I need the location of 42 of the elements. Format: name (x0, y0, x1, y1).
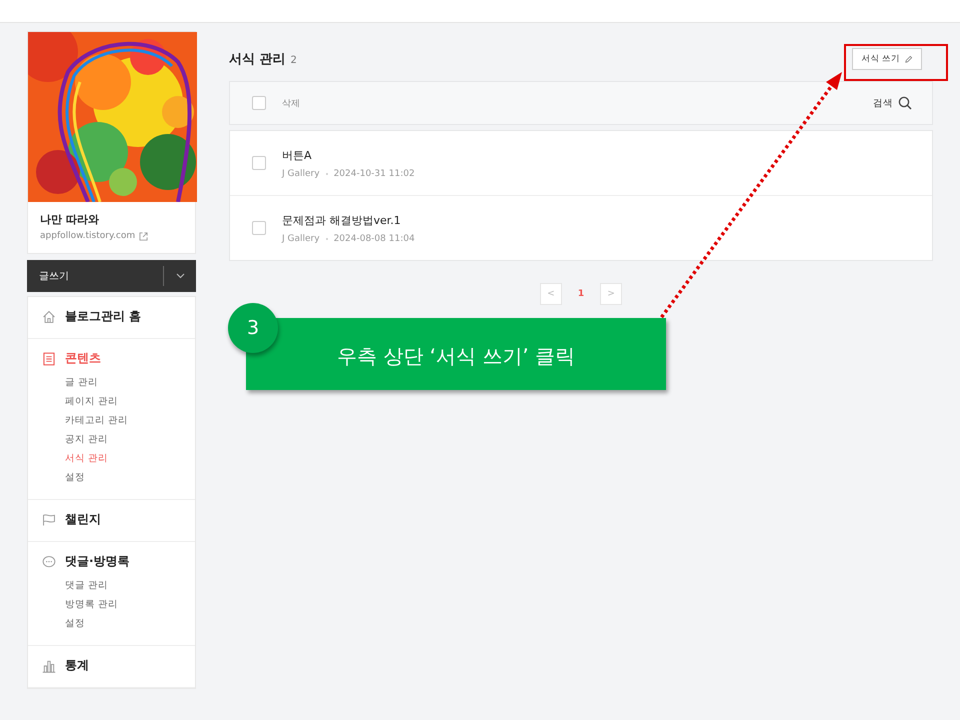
search-icon (898, 96, 912, 110)
menu-item[interactable]: 설정 (65, 470, 181, 486)
template-title-link[interactable]: 버튼A (282, 148, 415, 162)
bar-chart-icon (42, 658, 56, 672)
chevron-down-icon (176, 273, 184, 279)
step-badge: 3 (228, 303, 278, 353)
menu-item[interactable]: 카테고리 관리 (65, 413, 181, 429)
date-text: 2024-08-08 11:04 (334, 234, 415, 244)
menu-section[interactable]: 댓글·방명록 (42, 553, 130, 570)
chat-bubble-icon (42, 554, 56, 568)
menu-item[interactable]: 글 관리 (65, 375, 181, 391)
document-icon (42, 352, 56, 366)
menu-item[interactable]: 댓글 관리 (65, 578, 181, 594)
home-icon (42, 310, 56, 324)
author-name: J Gallery (282, 168, 320, 178)
flag-icon (42, 512, 56, 526)
menu-item[interactable]: 서식 관리 (65, 451, 181, 467)
item-count: 2 (290, 55, 297, 66)
menu-item[interactable]: 공지 관리 (65, 432, 181, 448)
author-name: J Gallery (282, 234, 320, 244)
write-template-button[interactable]: 서식 쓰기 (852, 48, 922, 70)
external-link-icon[interactable] (139, 232, 148, 240)
menu-section[interactable]: 블로그관리 홈 (42, 308, 142, 325)
menu-section[interactable]: 콘텐츠 (42, 350, 101, 367)
page-number[interactable]: 1 (574, 289, 588, 299)
page-title: 서식 관리 (229, 51, 286, 68)
search-button[interactable]: 검색 (873, 96, 912, 110)
menu-section[interactable]: 통계 (42, 657, 89, 674)
select-all-checkbox[interactable] (252, 96, 266, 110)
menu-item[interactable]: 설정 (65, 616, 181, 632)
blog-name: 나만 따라와 (40, 212, 100, 227)
blog-url-link[interactable]: appfollow.tistory.com (40, 231, 136, 241)
menu-section[interactable]: 챌린지 (42, 511, 101, 528)
row-checkbox[interactable] (252, 156, 266, 170)
pencil-icon (904, 54, 913, 64)
delete-button[interactable]: 삭제 (282, 96, 300, 110)
write-button[interactable]: 글쓰기 (27, 260, 163, 292)
row-checkbox[interactable] (252, 221, 266, 235)
date-text: 2024-10-31 11:02 (334, 168, 415, 178)
menu-item[interactable]: 방명록 관리 (65, 597, 181, 613)
template-title-link[interactable]: 문제점과 해결방법ver.1 (282, 212, 415, 228)
menu-item[interactable]: 페이지 관리 (65, 394, 181, 410)
